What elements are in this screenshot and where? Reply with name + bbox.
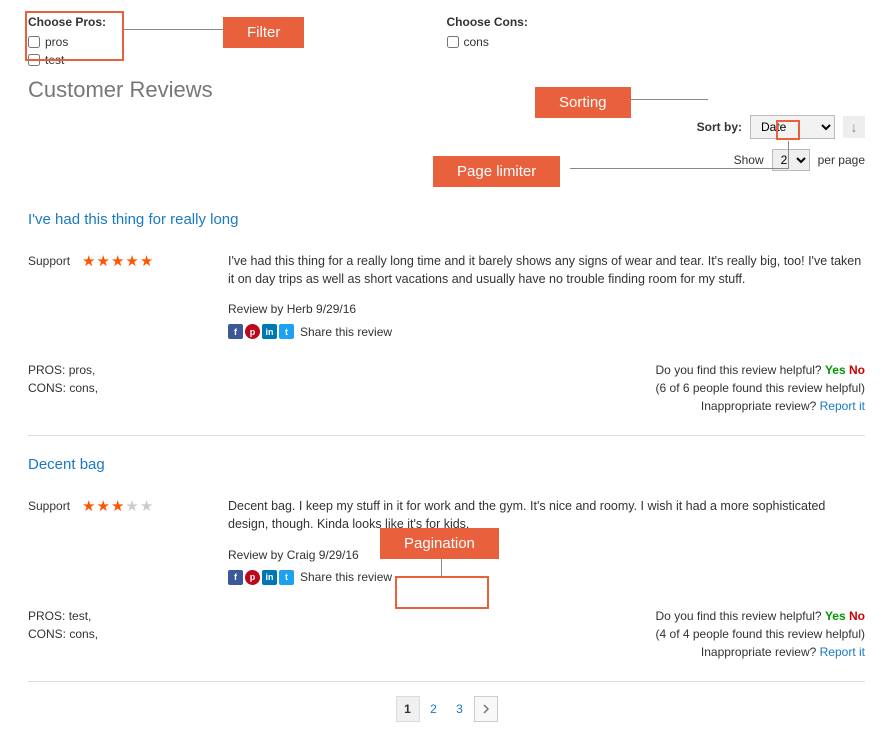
star-icon: ★ (111, 252, 124, 270)
pros-prefix: PROS: (28, 609, 69, 623)
share-row: f p in t Share this review (228, 570, 865, 585)
rating-row: Support ★★★★★ (28, 497, 228, 515)
review-byline: Review by Craig 9/29/16 (228, 548, 865, 562)
callout-page-limiter: Page limiter (433, 156, 560, 187)
sort-label: Sort by: (697, 120, 742, 134)
rating-label: Support (28, 254, 70, 268)
page-next[interactable] (474, 696, 498, 722)
page-1[interactable]: 1 (396, 696, 420, 722)
proscons: PROS: pros, CONS: cons, (28, 361, 98, 415)
pinterest-icon[interactable]: p (245, 324, 260, 339)
callout-line-filter (124, 29, 224, 30)
linkedin-icon[interactable]: in (262, 570, 277, 585)
callout-filter: Filter (223, 17, 304, 48)
checkbox[interactable] (447, 36, 459, 48)
sort-row: Sort by: Date ↓ (697, 115, 865, 139)
filter-cons-option[interactable]: cons (447, 33, 528, 51)
pinterest-icon[interactable]: p (245, 570, 260, 585)
rating-row: Support ★★★★★ (28, 252, 228, 270)
stars: ★★★★★ (82, 252, 153, 270)
sort-select[interactable]: Date (750, 115, 835, 139)
callout-line-limiter-h (570, 168, 789, 169)
star-icon: ★ (96, 252, 109, 270)
helpful-no[interactable]: No (849, 609, 865, 623)
report-link[interactable]: Report it (820, 645, 865, 659)
review-body: I've had this thing for a really long ti… (228, 252, 865, 288)
pros-prefix: PROS: (28, 363, 69, 377)
cons-value: cons, (69, 381, 98, 395)
page-2[interactable]: 2 (422, 696, 446, 722)
show-label: Show (734, 153, 764, 167)
review-byline: Review by Herb 9/29/16 (228, 302, 865, 316)
callout-line-limiter-v (788, 141, 789, 169)
filter-option-label: pros (45, 33, 68, 51)
review-item: Decent bag Support ★★★★★ Decent bag. I k… (28, 446, 865, 681)
report-link[interactable]: Report it (820, 399, 865, 413)
helpful-block: Do you find this review helpful? Yes No … (656, 361, 865, 415)
sort-direction-button[interactable]: ↓ (843, 116, 865, 138)
report-question: Inappropriate review? (701, 399, 816, 413)
checkbox[interactable] (28, 54, 40, 66)
pros-value: pros, (69, 363, 96, 377)
star-icon: ★ (111, 497, 124, 515)
helpful-stats: (6 of 6 people found this review helpful… (656, 379, 865, 397)
section-title: Customer Reviews (28, 77, 865, 103)
star-empty-icon: ★ (125, 497, 138, 515)
twitter-icon[interactable]: t (279, 324, 294, 339)
star-icon: ★ (82, 252, 95, 270)
helpful-yes[interactable]: Yes (825, 609, 846, 623)
share-row: f p in t Share this review (228, 324, 865, 339)
filter-option-label: cons (464, 33, 489, 51)
pagination: 1 2 3 (28, 696, 865, 730)
review-item: I've had this thing for really long Supp… (28, 201, 865, 436)
proscons: PROS: test, CONS: cons, (28, 607, 98, 661)
cons-prefix: CONS: (28, 381, 69, 395)
review-title[interactable]: I've had this thing for really long (28, 211, 865, 228)
callout-line-sorting (623, 99, 708, 100)
rating-label: Support (28, 499, 70, 513)
callout-sorting: Sorting (535, 87, 631, 118)
review-body: Decent bag. I keep my stuff in it for wo… (228, 497, 865, 533)
star-icon: ★ (96, 497, 109, 515)
helpful-block: Do you find this review helpful? Yes No … (656, 607, 865, 661)
helpful-stats: (4 of 4 people found this review helpful… (656, 625, 865, 643)
facebook-icon[interactable]: f (228, 570, 243, 585)
filter-cons-label: Choose Cons: (447, 15, 528, 29)
facebook-icon[interactable]: f (228, 324, 243, 339)
star-icon: ★ (140, 252, 153, 270)
helpful-question: Do you find this review helpful? (656, 363, 822, 377)
pros-value: test, (69, 609, 92, 623)
chevron-right-icon (482, 704, 490, 714)
page-3[interactable]: 3 (448, 696, 472, 722)
helpful-yes[interactable]: Yes (825, 363, 846, 377)
stars: ★★★★★ (82, 497, 153, 515)
helpful-question: Do you find this review helpful? (656, 609, 822, 623)
share-label[interactable]: Share this review (300, 325, 392, 339)
linkedin-icon[interactable]: in (262, 324, 277, 339)
twitter-icon[interactable]: t (279, 570, 294, 585)
filter-cons-col: Choose Cons: cons (447, 15, 528, 69)
report-question: Inappropriate review? (701, 645, 816, 659)
filter-option-label: test (45, 51, 64, 69)
helpful-no[interactable]: No (849, 363, 865, 377)
checkbox[interactable] (28, 36, 40, 48)
star-empty-icon: ★ (140, 497, 153, 515)
filter-section: Choose Pros: pros test Choose Cons: cons (28, 15, 865, 69)
star-icon: ★ (82, 497, 95, 515)
share-label[interactable]: Share this review (300, 570, 392, 584)
review-title[interactable]: Decent bag (28, 456, 865, 473)
filter-pros-option[interactable]: test (28, 51, 447, 69)
callout-pagination: Pagination (380, 528, 499, 559)
star-icon: ★ (125, 252, 138, 270)
per-page-label: per page (818, 153, 865, 167)
